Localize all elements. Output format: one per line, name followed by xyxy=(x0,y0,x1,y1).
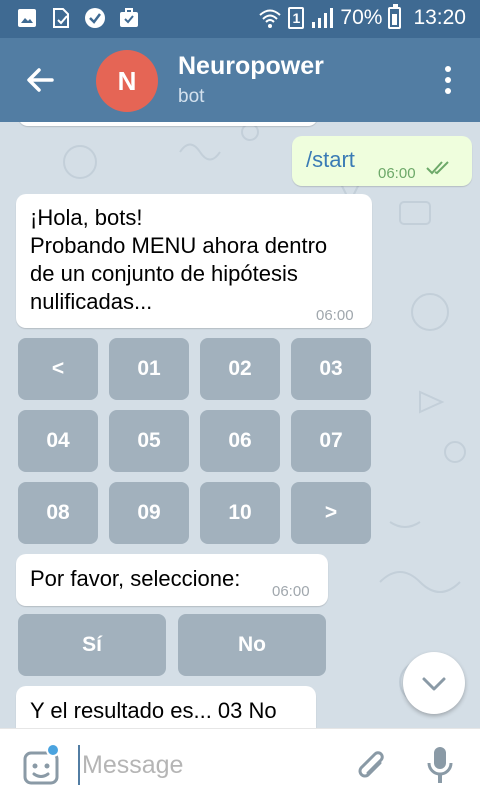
double-check-icon xyxy=(426,161,449,175)
chat-subtitle: bot xyxy=(178,86,205,107)
message-line: ¡Hola, bots! xyxy=(30,205,143,230)
message-bubble-outgoing[interactable]: /start 06:00 xyxy=(292,136,472,186)
keyboard-button-05[interactable]: 05 xyxy=(109,410,189,472)
chat-title[interactable]: Neuropower xyxy=(178,52,324,81)
document-check-icon xyxy=(53,8,69,28)
keyboard-button-01[interactable]: 01 xyxy=(109,338,189,400)
status-bar: 1 70% 13:20 xyxy=(0,0,480,38)
chat-header: N Neuropower bot xyxy=(0,38,480,122)
avatar[interactable]: N xyxy=(96,50,158,112)
gallery-icon xyxy=(18,9,36,27)
sim-indicator: 1 xyxy=(288,7,305,29)
message-line: nulificadas... xyxy=(30,289,153,314)
message-bubble-incoming[interactable]: ¡Hola, bots! Probando MENU ahora dentro … xyxy=(16,194,372,328)
back-arrow-icon[interactable] xyxy=(22,62,58,98)
paperclip-icon[interactable] xyxy=(354,747,390,787)
message-list[interactable]: /start 06:00 ¡Hola, bots! Probando MENU … xyxy=(0,122,480,728)
keyboard-button-si[interactable]: Sí xyxy=(18,614,166,676)
keyboard-button-04[interactable]: 04 xyxy=(18,410,98,472)
keyboard-button-prev[interactable]: < xyxy=(18,338,98,400)
keyboard-button-10[interactable]: 10 xyxy=(200,482,280,544)
message-bubble-incoming[interactable]: Y el resultado es... 03 No xyxy=(16,686,316,728)
message-input[interactable] xyxy=(78,745,338,785)
keyboard-button-next[interactable]: > xyxy=(291,482,371,544)
keyboard-button-02[interactable]: 02 xyxy=(200,338,280,400)
check-circle-icon xyxy=(85,8,105,28)
keyboard-button-no[interactable]: No xyxy=(178,614,326,676)
wifi-icon xyxy=(259,9,282,28)
more-options-icon[interactable] xyxy=(444,66,452,96)
keyboard-button-03[interactable]: 03 xyxy=(291,338,371,400)
keyboard-button-08[interactable]: 08 xyxy=(18,482,98,544)
message-bubble-incoming[interactable]: Por favor, seleccione: 06:00 xyxy=(16,554,328,606)
notification-dot xyxy=(46,743,60,757)
message-text: /start xyxy=(306,147,355,172)
chevron-down-icon xyxy=(422,677,446,691)
keyboard-button-07[interactable]: 07 xyxy=(291,410,371,472)
message-line: Probando MENU ahora dentro xyxy=(30,233,328,258)
keyboard-button-09[interactable]: 09 xyxy=(109,482,189,544)
microphone-icon[interactable] xyxy=(425,745,455,787)
battery-icon xyxy=(388,4,402,29)
signal-icon xyxy=(312,8,334,28)
message-text: ¡Hola, bots! Probando MENU ahora dentro … xyxy=(30,204,327,316)
keyboard-button-06[interactable]: 06 xyxy=(200,410,280,472)
message-time: 06:00 xyxy=(272,583,310,600)
message-time: 06:00 xyxy=(378,165,416,182)
message-line: de un conjunto de hipótesis xyxy=(30,261,298,286)
message-time: 06:00 xyxy=(316,307,354,324)
scroll-down-button[interactable] xyxy=(403,652,465,714)
message-text: Por favor, seleccione: xyxy=(30,566,241,591)
briefcase-check-icon xyxy=(120,8,138,27)
battery-percent: 70% xyxy=(340,6,383,29)
message-bubble-partial xyxy=(18,122,318,126)
message-text: Y el resultado es... 03 No xyxy=(30,698,277,723)
clock: 13:20 xyxy=(413,6,466,29)
message-input-bar xyxy=(0,728,480,800)
